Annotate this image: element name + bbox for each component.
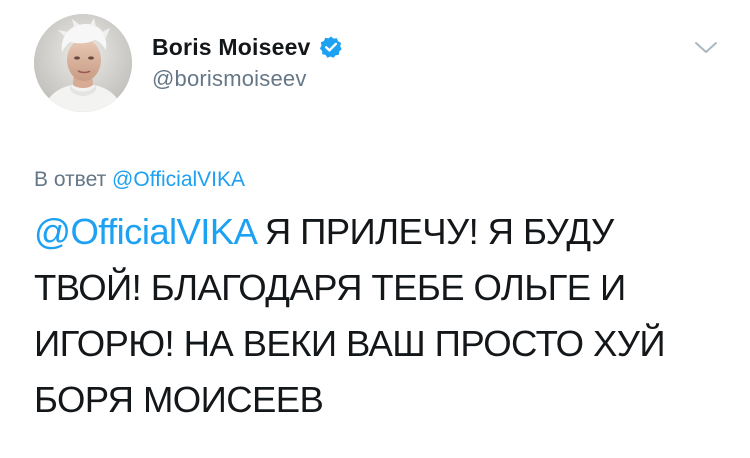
reply-context: В ответ @OfficialVIKA <box>34 168 245 192</box>
tweet-text-line-4: БОРЯ МОИСЕЕВ <box>34 379 324 420</box>
tweet-text-line-3: ИГОРЮ! НА ВЕКИ ВАШ ПРОСТО ХУЙ <box>34 323 666 364</box>
reply-context-prefix: В ответ <box>34 168 107 191</box>
tweet-text-line-1-rest: Я ПРИЛЕЧУ! Я БУДУ <box>255 211 614 252</box>
avatar[interactable] <box>34 14 132 112</box>
author-handle[interactable]: @borismoiseev <box>152 66 343 92</box>
tweet-text: @OfficialVIKA Я ПРИЛЕЧУ! Я БУДУ ТВОЙ! БЛ… <box>34 204 734 428</box>
avatar-photo <box>34 14 132 112</box>
tweet-text-line-1: @OfficialVIKA Я ПРИЛЕЧУ! Я БУДУ <box>34 204 734 260</box>
chevron-down-icon[interactable] <box>691 38 721 58</box>
tweet-mention-link[interactable]: @OfficialVIKA <box>34 211 256 252</box>
reply-context-mention-link[interactable]: @OfficialVIKA <box>112 168 245 191</box>
author-name-row: Boris Moiseev <box>152 32 343 62</box>
author-display-name[interactable]: Boris Moiseev <box>152 34 311 61</box>
verified-badge-icon <box>319 35 343 59</box>
tweet-text-line-2: ТВОЙ! БЛАГОДАРЯ ТЕБЕ ОЛЬГЕ И <box>34 267 626 308</box>
tweet-card: Boris Moiseev @borismoiseev В ответ @Off… <box>0 0 750 458</box>
author-block: Boris Moiseev @borismoiseev <box>152 32 343 92</box>
